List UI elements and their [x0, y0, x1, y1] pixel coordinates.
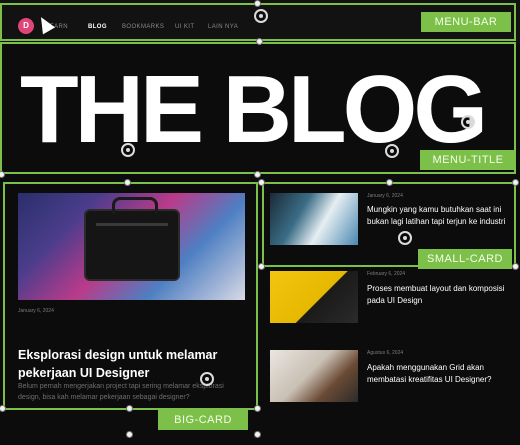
small-card-title[interactable]: Apakah menggunakan Grid akan membatasi k…	[367, 362, 507, 385]
big-card-selection[interactable]	[3, 182, 258, 410]
small-card-date: Agustus 6, 2024	[367, 350, 404, 356]
resize-handle[interactable]	[0, 171, 5, 178]
resize-handle[interactable]	[512, 179, 519, 186]
rotate-handle-icon[interactable]	[200, 372, 214, 386]
resize-handle[interactable]	[254, 405, 261, 412]
resize-handle[interactable]	[386, 179, 393, 186]
rotate-handle-icon[interactable]	[254, 9, 268, 23]
menu-title-label: MENU-TITLE	[420, 150, 516, 170]
rotate-handle-icon[interactable]	[385, 144, 399, 158]
small-card-image[interactable]	[270, 271, 358, 323]
resize-handle[interactable]	[258, 263, 265, 270]
small-card-title[interactable]: Proses membuat layout dan komposisi pada…	[367, 283, 507, 306]
big-card-label: BIG-CARD	[158, 410, 248, 430]
rotate-handle-icon[interactable]	[461, 115, 475, 129]
resize-handle[interactable]	[254, 431, 261, 438]
small-card-label: SMALL-CARD	[418, 249, 512, 269]
rotate-handle-icon[interactable]	[398, 231, 412, 245]
resize-handle[interactable]	[512, 263, 519, 270]
resize-handle[interactable]	[126, 431, 133, 438]
resize-handle[interactable]	[256, 38, 263, 45]
resize-handle[interactable]	[258, 179, 265, 186]
menu-bar-label: MENU-BAR	[421, 12, 511, 32]
rotate-handle-icon[interactable]	[121, 143, 135, 157]
resize-handle[interactable]	[254, 0, 261, 7]
small-card-image[interactable]	[270, 350, 358, 402]
small-card-date: February 6, 2024	[367, 271, 406, 277]
resize-handle[interactable]	[0, 405, 6, 412]
resize-handle[interactable]	[126, 405, 133, 412]
resize-handle[interactable]	[254, 171, 261, 178]
resize-handle[interactable]	[124, 179, 131, 186]
